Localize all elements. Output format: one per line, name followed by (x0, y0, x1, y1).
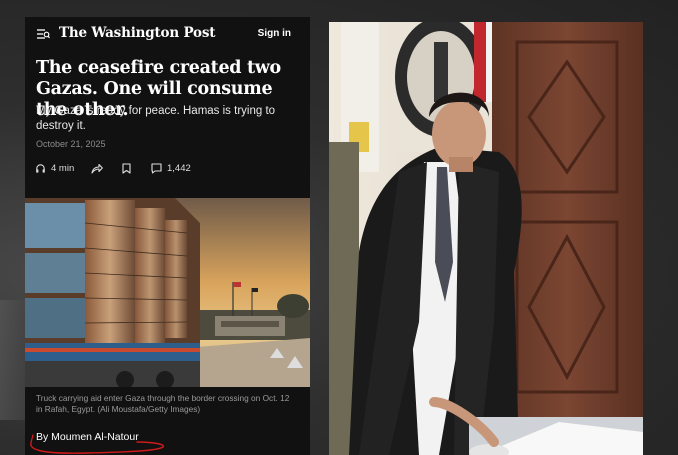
comment-count: 1,442 (167, 163, 191, 174)
comments-button[interactable]: 1,442 (151, 163, 191, 174)
article-photo (25, 198, 310, 387)
article-panel: The Washington Post Sign in The ceasefir… (25, 17, 310, 455)
comment-icon (151, 163, 162, 174)
article-dek: My Gaza is ready for peace. Hamas is try… (36, 105, 276, 132)
publish-date: October 21, 2025 (36, 139, 106, 149)
bookmark-button[interactable] (122, 163, 131, 174)
listen-time: 4 min (51, 163, 75, 174)
share-icon (91, 163, 103, 174)
sign-in-link[interactable]: Sign in (258, 28, 291, 39)
listen-button[interactable]: 4 min (35, 163, 74, 174)
byline-author[interactable]: By Moumen Al-Natour (36, 431, 139, 443)
headphones-icon (36, 164, 45, 173)
portrait-photo (329, 22, 643, 455)
photo-caption: Truck carrying aid enter Gaza through th… (36, 393, 290, 414)
article-toolbar: 4 min 1,442 (35, 163, 305, 179)
bookmark-icon (122, 163, 131, 174)
masthead-logo[interactable]: The Washington Post (59, 25, 215, 41)
share-button[interactable] (91, 163, 103, 174)
menu-icon[interactable] (36, 27, 50, 41)
article-header: The Washington Post Sign in (25, 17, 310, 53)
